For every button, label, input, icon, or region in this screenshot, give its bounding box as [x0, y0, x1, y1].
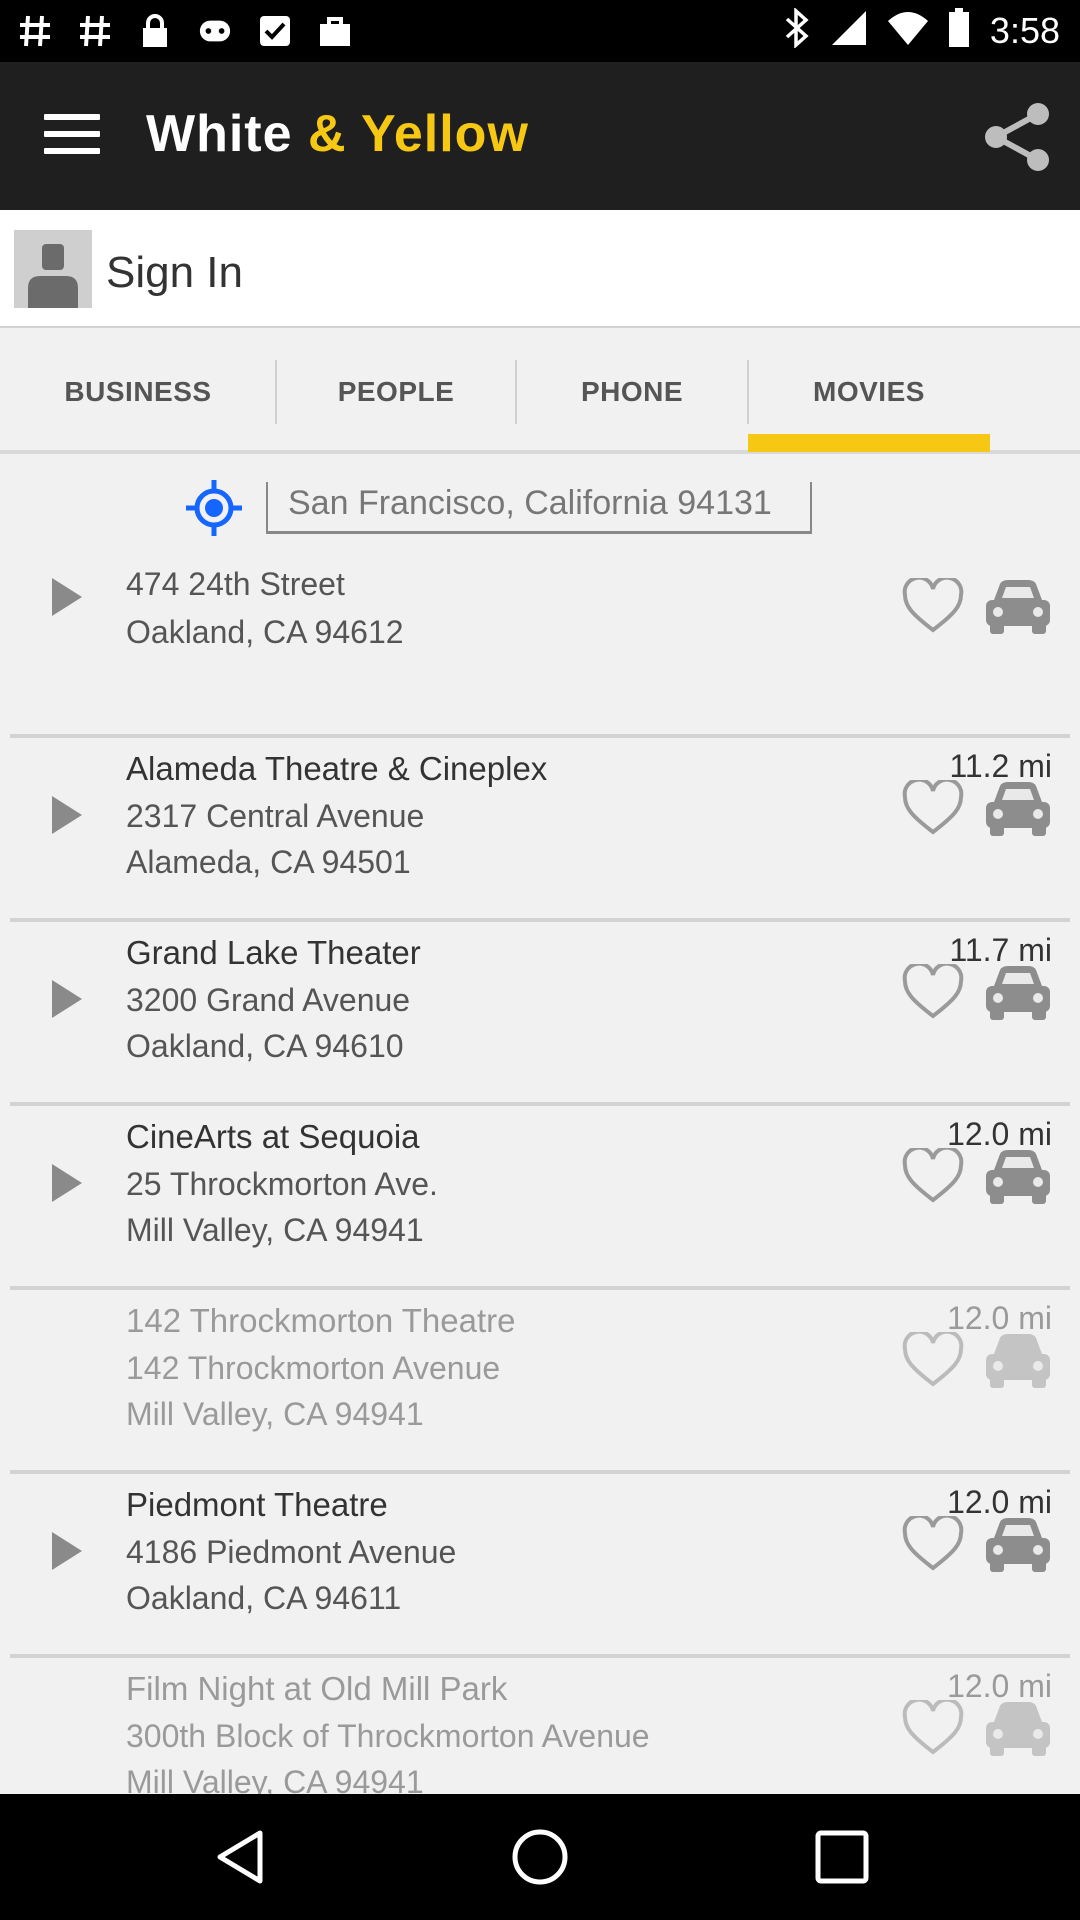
favorite-heart-icon[interactable]: [902, 1513, 964, 1572]
item-address: 474 24th Street: [126, 566, 345, 602]
brand-white: White: [146, 105, 293, 163]
location-input-value: San Francisco, California 94131: [288, 484, 772, 522]
favorite-heart-icon[interactable]: [902, 1697, 964, 1756]
list-item[interactable]: Grand Lake Theater 3200 Grand Avenue Oakla…: [10, 922, 1070, 1106]
brand-yellow: & Yellow: [307, 105, 529, 163]
status-notifications: [18, 12, 352, 50]
lock-icon: [138, 12, 172, 50]
directions-car-icon[interactable]: [984, 780, 1052, 838]
list-item[interactable]: CineArts at Sequoia 25 Throckmorton Ave. M…: [10, 1106, 1070, 1290]
favorite-heart-icon[interactable]: [902, 575, 964, 634]
directions-car-icon[interactable]: [984, 1516, 1052, 1574]
back-icon[interactable]: [212, 1827, 272, 1887]
play-icon[interactable]: [50, 1530, 84, 1572]
item-name: CineArts at Sequoia: [126, 1118, 420, 1155]
item-address: 142 Throckmorton Avenue: [126, 1350, 501, 1386]
app-bar: White & Yellow: [0, 62, 1080, 210]
location-input[interactable]: San Francisco, California 94131: [266, 482, 812, 534]
play-icon[interactable]: [50, 1162, 84, 1204]
directions-car-icon[interactable]: [984, 964, 1052, 1022]
signin-row[interactable]: Sign In: [0, 210, 1080, 328]
play-icon[interactable]: [50, 576, 84, 618]
play-icon[interactable]: [50, 794, 84, 836]
item-name: 142 Throckmorton Theatre: [126, 1302, 516, 1339]
list-item[interactable]: Alameda Theatre & Cineplex 2317 Central A…: [10, 738, 1070, 922]
item-address: 3200 Grand Avenue: [126, 982, 411, 1018]
location-target-icon[interactable]: [184, 478, 244, 538]
item-name: Grand Lake Theater: [126, 934, 421, 971]
wifi-icon: [887, 11, 928, 50]
list-item[interactable]: 142 Throckmorton Theatre 142 Throckmorton…: [10, 1290, 1070, 1474]
list-item[interactable]: Piedmont Theatre 4186 Piedmont Avenue Oakl…: [10, 1474, 1070, 1658]
status-bar: 3:58: [0, 0, 1080, 62]
item-address: 4186 Piedmont Avenue: [126, 1534, 457, 1570]
category-tabs: BUSINESS PEOPLE PHONE MOVIES: [0, 330, 1080, 454]
avatar: [14, 230, 92, 308]
signin-label: Sign In: [106, 248, 243, 297]
item-name: Alameda Theatre & Cineplex: [126, 750, 548, 787]
signal-icon: [830, 9, 868, 52]
game-controller-icon: [198, 12, 232, 50]
directions-car-icon[interactable]: [984, 1700, 1052, 1758]
directions-car-icon[interactable]: [984, 578, 1052, 636]
home-icon[interactable]: [510, 1827, 570, 1887]
hash-icon: [18, 12, 52, 50]
item-name: Piedmont Theatre: [126, 1486, 388, 1523]
item-city: Oakland, CA 94612: [126, 614, 404, 650]
directions-car-icon[interactable]: [984, 1148, 1052, 1206]
play-icon[interactable]: [50, 978, 84, 1020]
menu-icon[interactable]: [44, 114, 100, 160]
status-system: 3:58: [784, 7, 1060, 53]
item-city: Oakland, CA 94610: [126, 1028, 404, 1064]
location-bar: San Francisco, California 94131: [0, 458, 1080, 554]
favorite-heart-icon[interactable]: [902, 961, 964, 1020]
recents-icon[interactable]: [812, 1827, 872, 1887]
person-icon: [14, 230, 92, 308]
tab-business[interactable]: BUSINESS: [0, 330, 276, 454]
item-city: Mill Valley, CA 94941: [126, 1396, 424, 1432]
favorite-heart-icon[interactable]: [902, 1329, 964, 1388]
favorite-heart-icon[interactable]: [902, 1145, 964, 1204]
shopping-bag-icon: [318, 12, 352, 50]
share-icon[interactable]: [980, 100, 1054, 174]
item-address: 300th Block of Throckmorton Avenue: [126, 1718, 650, 1754]
check-box-icon: [258, 12, 292, 50]
item-address: 2317 Central Avenue: [126, 798, 425, 834]
battery-icon: [948, 8, 970, 53]
bluetooth-icon: [784, 7, 810, 53]
system-nav-bar: [0, 1794, 1080, 1920]
app-title: White & Yellow: [146, 104, 529, 164]
item-name: Film Night at Old Mill Park: [126, 1670, 508, 1707]
item-address: 25 Throckmorton Ave.: [126, 1166, 438, 1202]
status-time: 3:58: [989, 9, 1060, 51]
item-city: Mill Valley, CA 94941: [126, 1212, 424, 1248]
active-tab-indicator: [748, 434, 990, 452]
list-item[interactable]: 474 24th Street Oakland, CA 94612: [10, 554, 1070, 738]
directions-car-icon[interactable]: [984, 1332, 1052, 1390]
item-city: Alameda, CA 94501: [126, 844, 411, 880]
tab-people[interactable]: PEOPLE: [276, 330, 516, 454]
item-city: Oakland, CA 94611: [126, 1580, 402, 1616]
results-list: 474 24th Street Oakland, CA 94612 Alameda …: [10, 554, 1070, 1842]
favorite-heart-icon[interactable]: [902, 777, 964, 836]
tab-phone[interactable]: PHONE: [516, 330, 748, 454]
hash-icon: [78, 12, 112, 50]
